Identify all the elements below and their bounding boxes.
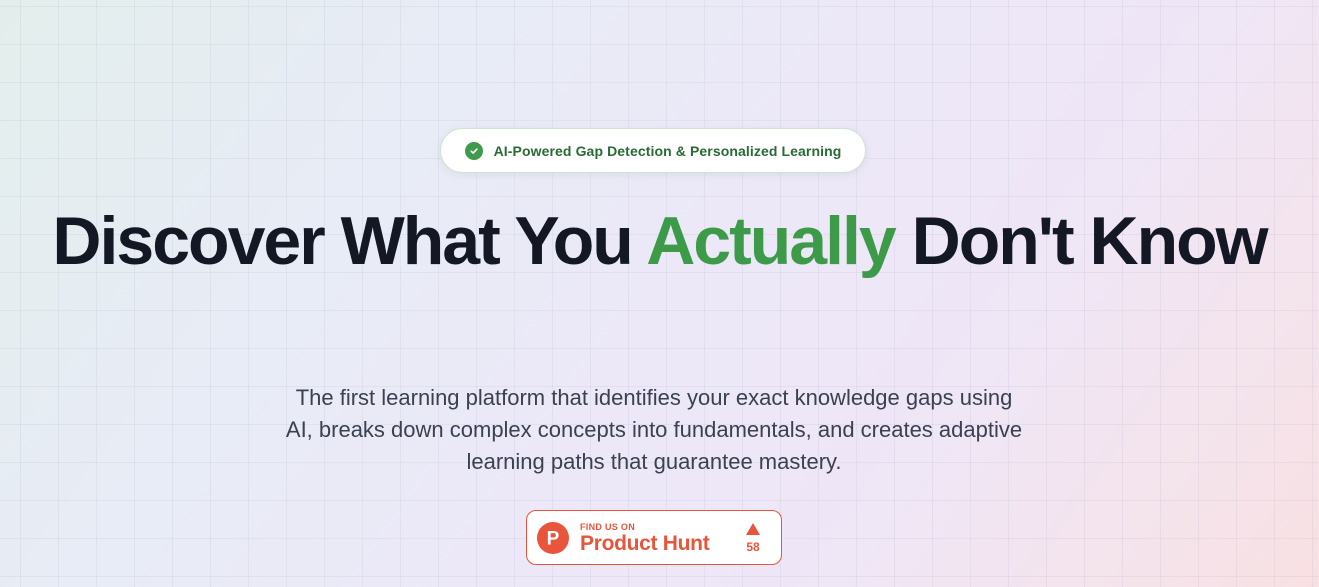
check-circle-icon (464, 141, 483, 160)
product-hunt-upvote-count: 58 (746, 540, 760, 554)
product-hunt-button[interactable]: P FIND US ON Product Hunt 58 (526, 510, 782, 565)
product-hunt-small-label: FIND US ON (580, 522, 636, 532)
feature-badge: AI-Powered Gap Detection & Personalized … (440, 128, 866, 173)
hero-title-part2: Don't Know (894, 203, 1269, 279)
product-hunt-logo-icon: P (537, 522, 569, 554)
feature-badge-label: AI-Powered Gap Detection & Personalized … (493, 142, 842, 159)
hero-section: AI-Powered Gap Detection & Personalized … (0, 0, 1319, 587)
hero-title-accent: Actually (646, 203, 897, 279)
hero-title-part1: Discover What You (52, 203, 647, 279)
upvote-triangle-icon (746, 523, 760, 535)
hero-subtitle: The first learning platform that identif… (285, 385, 1023, 474)
svg-text:P: P (547, 529, 560, 550)
hero-title: Discover What You Actually Don't Know (0, 205, 1319, 278)
product-hunt-name: Product Hunt (580, 532, 710, 555)
